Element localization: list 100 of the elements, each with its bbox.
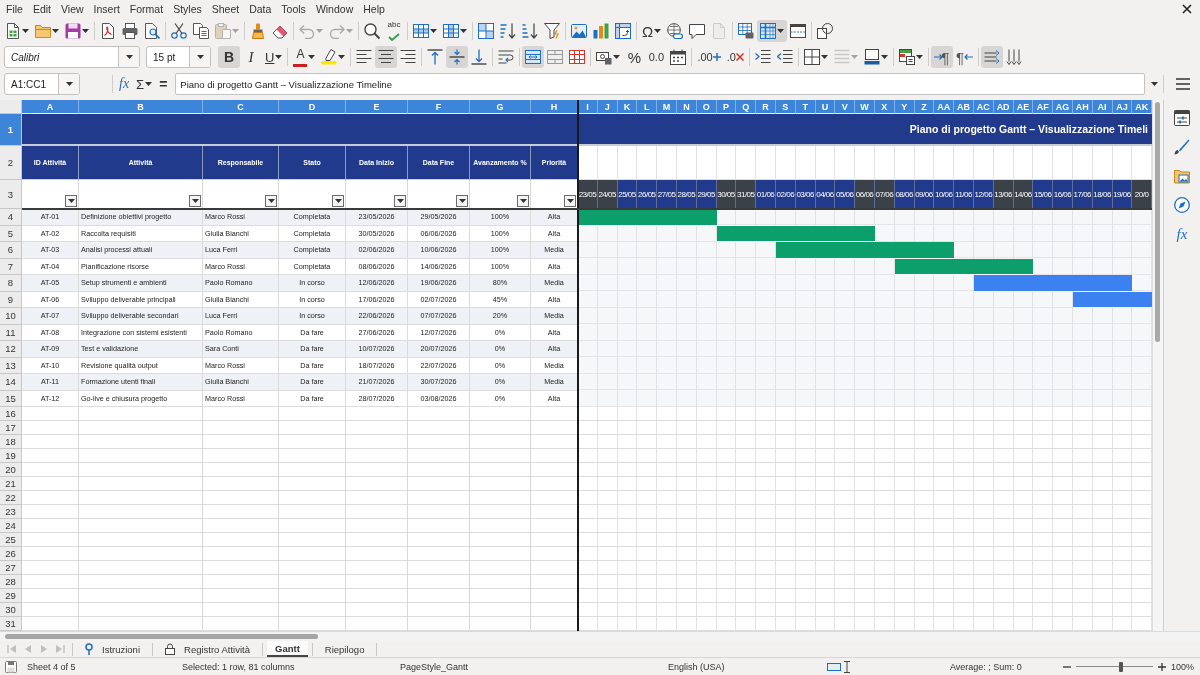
delete-decimal-button[interactable]: .0 [723,46,747,68]
row-header[interactable]: 17 [0,421,22,435]
column-header[interactable]: N [677,100,697,114]
sort-button[interactable] [475,20,497,42]
column-header[interactable]: AI [1092,100,1113,114]
autofilter-button[interactable] [394,195,406,207]
row-header[interactable]: 8 [0,275,22,292]
horizontal-scrollbar-thumb[interactable] [5,634,318,639]
font-size-field[interactable]: 15 pt [146,46,211,68]
autofilter-button[interactable] [65,195,77,207]
autofilter-button[interactable] [189,195,201,207]
close-button[interactable] [1182,4,1192,14]
sheet-tab[interactable]: Gantt [267,641,308,657]
row-header[interactable]: 6 [0,242,22,259]
column-header[interactable]: P [716,100,737,114]
add-decimal-button[interactable]: .00 [694,46,724,68]
column-header[interactable]: AD [993,100,1014,114]
menu-item[interactable]: Tools [276,3,311,15]
align-center-button[interactable] [375,46,398,68]
row-header[interactable]: 22 [0,491,22,505]
column-header[interactable]: S [775,100,796,114]
column-header[interactable]: AF [1033,100,1054,114]
percent-format-button[interactable]: % [623,46,646,68]
row-header[interactable]: 28 [0,575,22,589]
sheet-tab[interactable]: Riepilogo [316,641,373,657]
menu-item[interactable]: Insert [88,3,125,15]
properties-button[interactable] [1171,107,1193,129]
column-header[interactable]: AG [1053,100,1073,114]
column-header[interactable]: AH [1072,100,1093,114]
column-header[interactable]: AJ [1112,100,1133,114]
functions-button[interactable]: fx [1171,223,1193,245]
column-header[interactable]: AK [1132,100,1152,114]
column-header[interactable]: T [795,100,816,114]
font-name-field[interactable]: Calibri [4,46,140,68]
autofilter-button[interactable] [564,195,576,207]
row-header[interactable]: 24 [0,519,22,533]
row-header[interactable]: 23 [0,505,22,519]
vertical-scrollbar-thumb[interactable] [1155,102,1160,342]
row-header[interactable]: 18 [0,435,22,449]
column-header[interactable]: L [637,100,658,114]
menu-item[interactable]: View [56,3,89,15]
row-header[interactable]: 30 [0,603,22,617]
row-header[interactable]: 26 [0,547,22,561]
row-header[interactable]: 16 [0,407,22,421]
column-header[interactable]: X [874,100,895,114]
column-header[interactable]: AB [954,100,974,114]
menu-item[interactable]: Window [310,3,359,15]
bold-button[interactable]: B [218,46,240,68]
row-header[interactable]: 14 [0,374,22,391]
row-header[interactable]: 10 [0,308,22,325]
column-header[interactable]: E [346,100,408,114]
copy-button[interactable] [190,20,212,42]
autofilter-button[interactable] [541,20,563,42]
row-header[interactable]: 29 [0,589,22,603]
merge-center-button[interactable] [522,46,545,68]
special-character-button[interactable]: Ω [639,20,665,42]
column-header[interactable]: AE [1013,100,1034,114]
menu-item[interactable]: Sheet [206,3,245,15]
row-header[interactable]: 27 [0,561,22,575]
column-header[interactable]: U [815,100,836,114]
zoom-in-button[interactable] [1157,661,1167,672]
column-header[interactable]: F [408,100,470,114]
print-button[interactable] [119,20,141,42]
column-header[interactable]: D [279,100,346,114]
row-header[interactable]: 31 [0,617,22,631]
row-header[interactable]: 25 [0,533,22,547]
column-header[interactable]: C [203,100,279,114]
column-header[interactable]: G [470,100,531,114]
column-header[interactable]: W [855,100,875,114]
formula-input[interactable]: Piano di progetto Gantt – Visualizzazione Timeline [175,73,1145,95]
autofilter-button[interactable] [332,195,344,207]
navigator-button[interactable] [1171,194,1193,216]
row-header[interactable]: 4 [0,209,22,226]
autofilter-button[interactable] [456,195,468,207]
dropdown-button[interactable] [118,47,139,67]
column-header[interactable]: AC [973,100,994,114]
row-header[interactable]: 1 [0,114,22,146]
sheet-tab[interactable]: Registro Attività [157,641,258,657]
column-header[interactable]: O [696,100,717,114]
sheet-tab[interactable]: Istruzioni [77,641,148,657]
autofilter-button[interactable] [265,195,277,207]
row-header[interactable]: 21 [0,477,22,491]
text-direction-horizontal-button[interactable] [980,46,1003,68]
menu-item[interactable]: Styles [168,3,207,15]
column-header[interactable]: AA [934,100,955,114]
row-header[interactable]: 2 [0,146,22,180]
row-header[interactable]: 3 [0,180,22,209]
function-wizard-button[interactable]: fx [117,73,132,95]
menu-item[interactable]: Data [244,3,277,15]
left-to-right-button[interactable]: ¶ [930,46,953,68]
font-color-button[interactable]: A [290,46,319,68]
row-header[interactable]: 20 [0,463,22,477]
column-header[interactable]: H [531,100,578,114]
menu-item[interactable]: Format [124,3,169,15]
autofilter-button[interactable] [517,195,529,207]
formula-button[interactable]: = [157,73,170,95]
column-header[interactable]: J [597,100,618,114]
column-header[interactable]: I [578,100,598,114]
column-header[interactable]: A [22,100,79,114]
right-to-left-button[interactable]: ¶ [952,46,976,68]
